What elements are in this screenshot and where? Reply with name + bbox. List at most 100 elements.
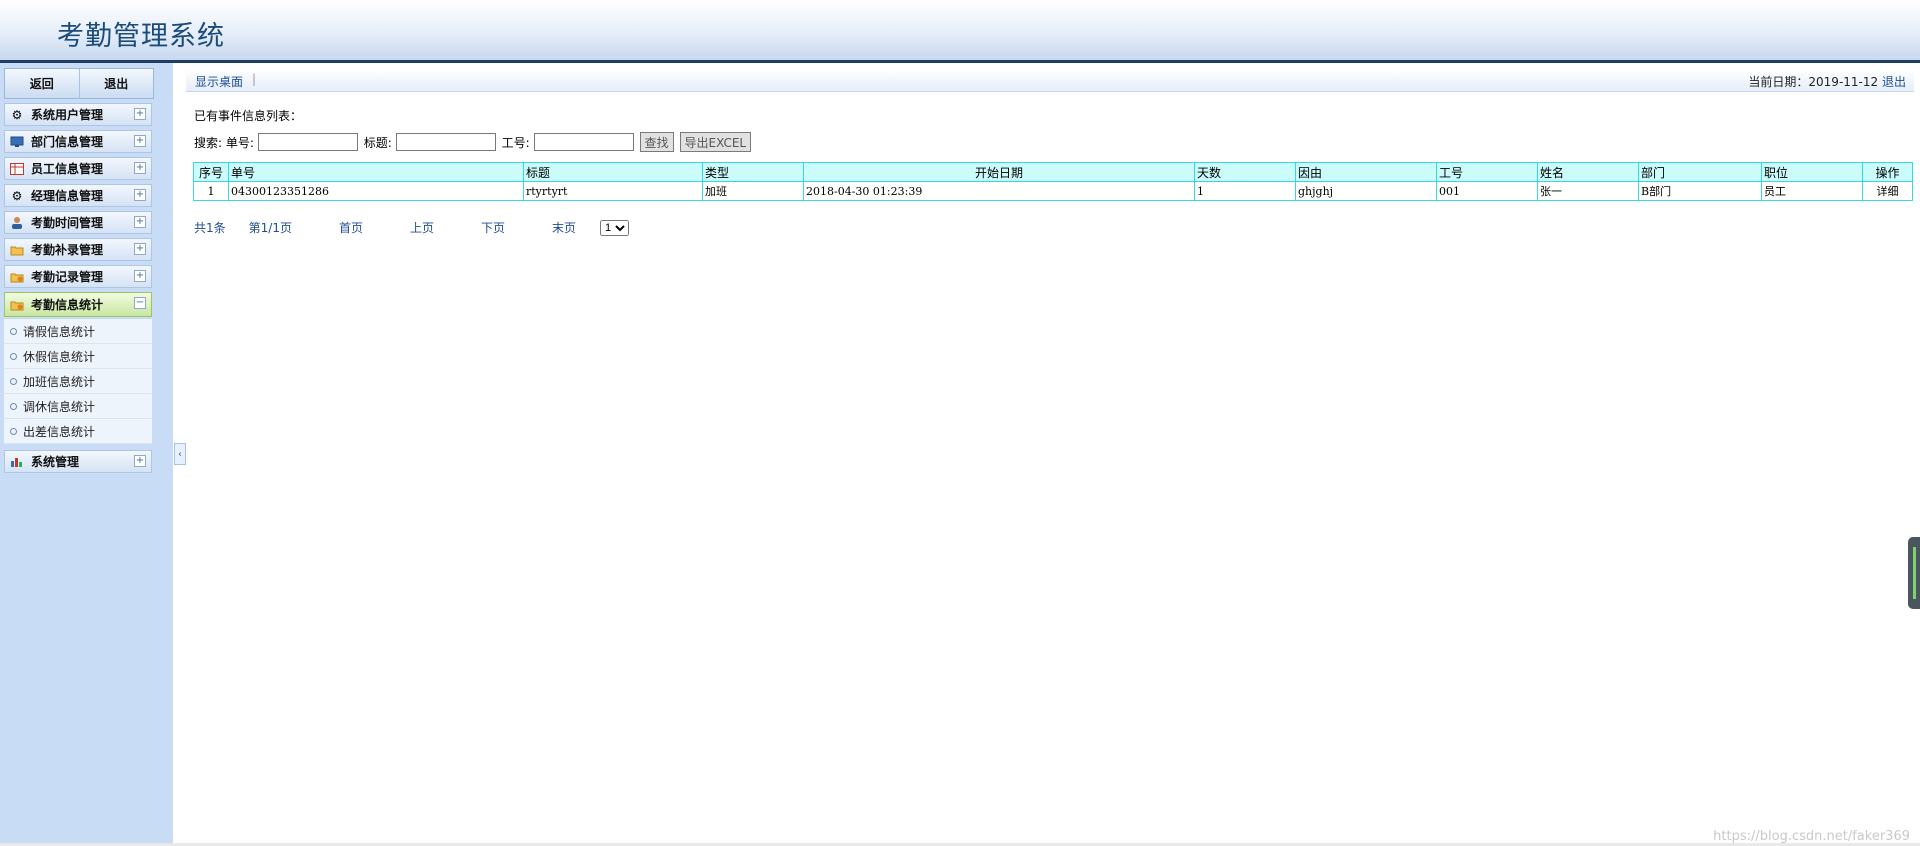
submenu-item-label: 加班信息统计 (23, 374, 96, 389)
logout-button[interactable]: 退出 (79, 69, 153, 98)
chart-icon (9, 455, 25, 469)
employee-id-label: 工号: (501, 135, 530, 150)
menu-group-employees[interactable]: 员工信息管理 + (4, 157, 152, 180)
submenu-item-overtime-stats[interactable]: 加班信息统计 (4, 369, 152, 394)
menu-group-label: 员工信息管理 (31, 162, 104, 176)
export-excel-button[interactable]: 导出EXCEL (679, 132, 752, 152)
folder-lock-icon (9, 298, 25, 312)
cell-department: B部门 (1638, 181, 1762, 201)
menu-group-label: 考勤记录管理 (31, 270, 104, 284)
app-title: 考勤管理系统 (57, 21, 225, 52)
expand-icon[interactable]: + (134, 162, 146, 174)
cell-name: 张一 (1537, 181, 1639, 201)
prev-page-link[interactable]: 上页 (410, 219, 434, 236)
col-header: 标题 (523, 162, 703, 182)
cell-employee-id: 001 (1436, 181, 1538, 201)
menu-group-attendance-records[interactable]: 考勤记录管理 + (4, 265, 152, 288)
submenu-item-compensatory-stats[interactable]: 调休信息统计 (4, 394, 152, 419)
list-title: 已有事件信息列表： (194, 109, 303, 123)
col-header: 类型 (702, 162, 804, 182)
menu-group-label: 部门信息管理 (31, 135, 104, 149)
submenu-item-business-trip-stats[interactable]: 出差信息统计 (4, 419, 152, 444)
main-content: 显示桌面 | 当前日期：2019-11-12 退出 已有事件信息列表： 搜索: … (186, 63, 1920, 846)
sidebar-collapse-handle[interactable]: ‹ (174, 443, 186, 465)
gear-icon: ⚙ (11, 107, 23, 122)
breadcrumb: 显示桌面 | 当前日期：2019-11-12 退出 (186, 69, 1914, 92)
total-count: 共1条 (194, 221, 226, 235)
order-number-label: 单号: (225, 135, 254, 150)
menu-group-managers[interactable]: ⚙ 经理信息管理 + (4, 184, 152, 207)
menu-group-label: 考勤补录管理 (31, 243, 104, 257)
monitor-icon (9, 135, 25, 149)
expand-icon[interactable]: + (134, 243, 146, 255)
first-page-link[interactable]: 首页 (339, 219, 363, 236)
submenu-item-vacation-stats[interactable]: 休假信息统计 (4, 344, 152, 369)
folder-icon (9, 243, 25, 257)
expand-icon[interactable]: + (134, 135, 146, 147)
col-header: 因由 (1295, 162, 1437, 182)
table-header-row: 序号 单号 标题 类型 开始日期 天数 因由 工号 姓名 部门 职位 操作 (193, 162, 1913, 182)
folder-lock-icon (9, 270, 25, 284)
submenu-item-label: 请假信息统计 (23, 324, 96, 339)
order-number-input[interactable] (257, 133, 358, 151)
bullet-icon (10, 377, 17, 385)
col-header: 开始日期 (803, 162, 1195, 182)
sidebar-menu: ⚙ 系统用户管理 + 部门信息管理 + 员工信息管理 + ⚙ 经理信息管理 + (4, 103, 152, 477)
title-label: 标题: (363, 135, 392, 150)
cell-position: 员工 (1761, 181, 1863, 201)
collapse-icon[interactable]: − (134, 297, 146, 309)
widget-meter (1913, 547, 1916, 599)
menu-group-label: 经理信息管理 (31, 189, 104, 203)
expand-icon[interactable]: + (134, 189, 146, 201)
event-table: 序号 单号 标题 类型 开始日期 天数 因由 工号 姓名 部门 职位 操作 1 … (193, 162, 1913, 201)
page-select[interactable]: 1 (600, 219, 630, 236)
col-header: 单号 (228, 162, 524, 182)
title-input[interactable] (395, 133, 496, 151)
menu-group-label: 系统用户管理 (31, 108, 104, 122)
menu-group-label: 考勤信息统计 (31, 298, 104, 312)
expand-icon[interactable]: + (134, 108, 146, 120)
watermark: https://blog.csdn.net/faker369 (1713, 829, 1910, 844)
last-page-link[interactable]: 末页 (552, 219, 576, 236)
employee-id-input[interactable] (533, 133, 634, 151)
cell-days: 1 (1194, 181, 1296, 201)
expand-icon[interactable]: + (134, 455, 146, 467)
cell-index: 1 (193, 181, 229, 201)
detail-link[interactable]: 详细 (1862, 181, 1913, 201)
col-header: 职位 (1761, 162, 1863, 182)
col-header: 序号 (193, 162, 229, 182)
search-bar: 搜索: 单号: 标题: 工号: 查找 导出EXCEL (194, 132, 757, 152)
menu-group-system-management[interactable]: 系统管理 + (4, 450, 152, 473)
app-header: 考勤管理系统 (0, 0, 1920, 63)
side-widget[interactable] (1908, 537, 1920, 609)
menu-group-attendance-stats[interactable]: 考勤信息统计 − (4, 292, 152, 317)
menu-group-attendance-time[interactable]: 考勤时间管理 + (4, 211, 152, 234)
menu-group-attendance-supplement[interactable]: 考勤补录管理 + (4, 238, 152, 261)
expand-icon[interactable]: + (134, 216, 146, 228)
sidebar: 返回 退出 ⚙ 系统用户管理 + 部门信息管理 + 员工信息管理 + ⚙ 经理信… (0, 63, 173, 846)
menu-group-label: 考勤时间管理 (31, 216, 104, 230)
search-label: 搜索: (194, 135, 223, 150)
submenu-item-label: 出差信息统计 (23, 424, 96, 439)
col-header: 天数 (1194, 162, 1296, 182)
expand-icon[interactable]: + (134, 270, 146, 282)
sidebar-top-buttons: 返回 退出 (4, 68, 154, 99)
bullet-icon (10, 402, 17, 410)
gear-icon: ⚙ (11, 188, 23, 203)
back-button[interactable]: 返回 (5, 69, 80, 98)
col-header: 工号 (1436, 162, 1538, 182)
submenu-item-label: 休假信息统计 (23, 349, 96, 364)
header-logout-link[interactable]: 退出 (1882, 75, 1906, 89)
menu-group-system-users[interactable]: ⚙ 系统用户管理 + (4, 103, 152, 126)
menu-group-departments[interactable]: 部门信息管理 + (4, 130, 152, 153)
current-date: 当前日期：2019-11-12 退出 (1748, 73, 1906, 90)
show-desktop-link[interactable]: 显示桌面 (195, 73, 243, 90)
find-button[interactable]: 查找 (639, 132, 674, 152)
cell-title: rtyrtyrt (523, 181, 703, 201)
cell-start-date: 2018-04-30 01:23:39 (803, 181, 1195, 201)
submenu-item-leave-stats[interactable]: 请假信息统计 (4, 319, 152, 344)
table-row: 1 04300123351286 rtyrtyrt 加班 2018-04-30 … (193, 181, 1913, 201)
next-page-link[interactable]: 下页 (481, 219, 505, 236)
pagination: 共1条 第1/1页 首页 上页 下页 末页 1 (194, 219, 630, 236)
cell-reason: ghjghj (1295, 181, 1437, 201)
